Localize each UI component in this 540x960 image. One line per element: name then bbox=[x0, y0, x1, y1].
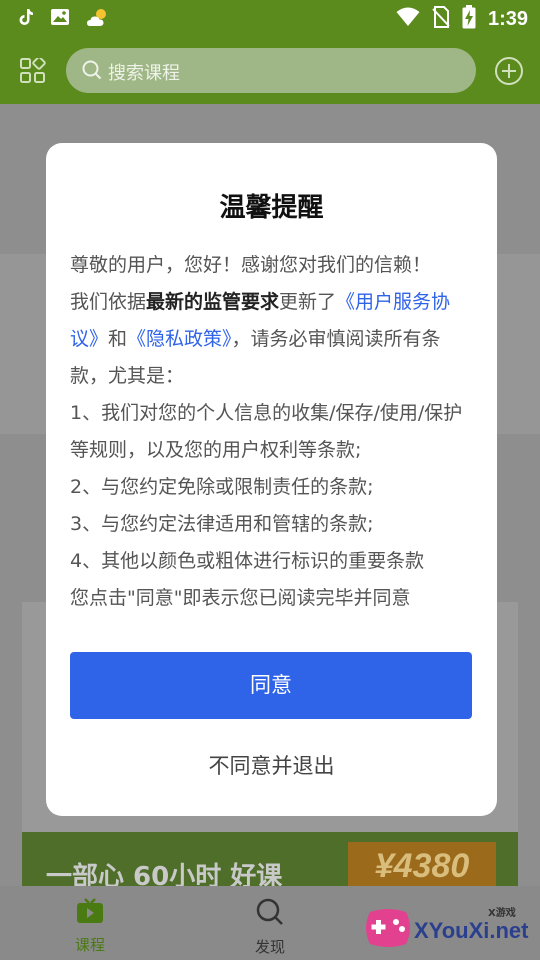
dialog-item: 1、我们对您的个人信息的收集/保存/使用/保护等规则，以及您的用户权利等条款; bbox=[70, 402, 463, 461]
dialog-item: 4、其他以颜色或粗体进行标识的重要条款 bbox=[70, 550, 425, 572]
watermark-logo: X游戏 XYouXi.net bbox=[362, 898, 532, 954]
search-input[interactable]: 搜索课程 bbox=[66, 48, 476, 93]
search-placeholder: 搜索课程 bbox=[108, 63, 180, 84]
dialog-title: 温馨提醒 bbox=[219, 193, 324, 223]
privacy-dialog: 温馨提醒 尊敬的用户，您好！感谢您对我们的信赖！ 我们依据最新的监管要求更新了《… bbox=[46, 143, 497, 816]
nav-label-discover: 发现 bbox=[254, 938, 285, 956]
dialog-body: 尊敬的用户，您好！感谢您对我们的信赖！ 我们依据最新的监管要求更新了《用户服务协… bbox=[70, 247, 478, 617]
battery-charging-icon bbox=[462, 5, 476, 33]
dialog-item: 3、与您约定法律适用和管辖的条款; bbox=[70, 513, 374, 535]
status-time: 1:39 bbox=[487, 7, 528, 30]
category-grid-icon[interactable] bbox=[20, 56, 46, 84]
status-bar: 1:39 bbox=[0, 0, 540, 36]
dialog-greeting: 尊敬的用户，您好！感谢您对我们的信赖！ bbox=[70, 254, 432, 276]
weather-icon bbox=[86, 6, 112, 32]
watermark-small-text: X游戏 bbox=[488, 908, 516, 919]
nav-item-discover[interactable]: 发现 bbox=[225, 898, 315, 957]
disagree-exit-button[interactable]: 不同意并退出 bbox=[46, 750, 497, 780]
dialog-item: 2、与您约定免除或限制责任的条款; bbox=[70, 476, 374, 498]
banner-text: 一部心 60小时 好课 bbox=[46, 862, 283, 886]
banner-price: ¥4380 bbox=[348, 842, 496, 886]
watermark-text: XYouXi.net bbox=[414, 918, 529, 943]
intro-and: 和 bbox=[108, 328, 128, 350]
tiktok-icon bbox=[18, 8, 34, 30]
image-icon bbox=[50, 8, 70, 30]
agree-button[interactable]: 同意 bbox=[70, 652, 472, 719]
app-header: 搜索课程 bbox=[0, 36, 540, 104]
tv-icon bbox=[45, 898, 135, 928]
dialog-intro: 我们依据最新的监管要求更新了《用户服务协议》和《隐私政策》，请务必审慎阅读所有条… bbox=[70, 284, 478, 395]
intro-bold: 最新的监管要求 bbox=[146, 291, 280, 313]
no-sim-icon bbox=[432, 6, 450, 32]
intro-mid: 更新了 bbox=[279, 291, 337, 313]
add-circle-icon[interactable] bbox=[494, 56, 524, 86]
nav-label-courses: 课程 bbox=[74, 936, 105, 954]
nav-item-courses[interactable]: 课程 bbox=[45, 898, 135, 955]
privacy-policy-link[interactable]: 《隐私政策》 bbox=[127, 328, 232, 350]
dialog-consent-note: 您点击"同意"即表示您已阅读完毕并同意 bbox=[70, 587, 411, 609]
promo-banner[interactable]: 一部心 60小时 好课 ¥4380 bbox=[22, 832, 518, 886]
search-icon bbox=[225, 898, 315, 930]
wifi-icon bbox=[396, 7, 420, 31]
intro-pre: 我们依据 bbox=[70, 291, 147, 313]
search-icon bbox=[82, 60, 102, 84]
